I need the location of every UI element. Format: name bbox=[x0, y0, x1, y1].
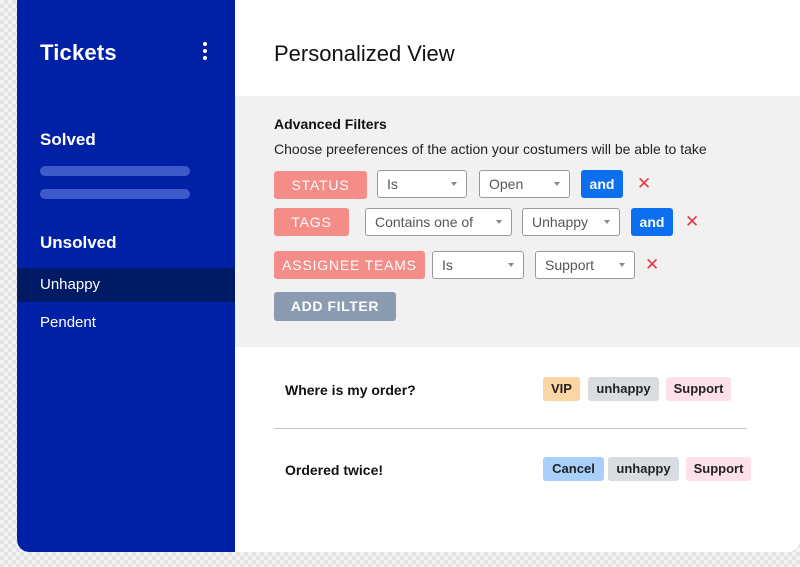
ticket-tag: Support bbox=[666, 377, 731, 401]
chevron-down-icon bbox=[451, 182, 457, 186]
divider bbox=[274, 428, 747, 429]
chevron-down-icon bbox=[604, 220, 610, 224]
sidebar-title: Tickets bbox=[40, 40, 117, 65]
select-value: Open bbox=[489, 176, 524, 192]
remove-filter-icon[interactable]: ✕ bbox=[637, 175, 651, 192]
page-title: Personalized View bbox=[274, 41, 455, 66]
placeholder-bar bbox=[40, 189, 190, 199]
and-button[interactable]: and bbox=[581, 170, 623, 198]
filters-description: Choose preeferences of the action your c… bbox=[274, 141, 707, 157]
filter-value-select[interactable]: Support bbox=[535, 251, 635, 279]
select-value: Is bbox=[442, 257, 453, 273]
select-value: Unhappy bbox=[532, 214, 589, 230]
main-panel: Personalized View Advanced Filters Choos… bbox=[235, 0, 800, 552]
filter-value-select[interactable]: Unhappy bbox=[522, 208, 620, 236]
select-value: Is bbox=[387, 176, 398, 192]
filter-operator-select[interactable]: Contains one of bbox=[365, 208, 512, 236]
sidebar-section-unsolved[interactable]: Unsolved bbox=[40, 233, 117, 253]
ticket-tag: Support bbox=[686, 457, 751, 481]
ticket-title[interactable]: Ordered twice! bbox=[285, 462, 383, 478]
sidebar: Tickets Solved Unsolved Unhappy Pendent bbox=[17, 0, 235, 552]
filter-field-tags[interactable]: TAGS bbox=[274, 208, 349, 236]
remove-filter-icon[interactable]: ✕ bbox=[645, 256, 659, 273]
filter-field-assignee-teams[interactable]: ASSIGNEE TEAMS bbox=[274, 251, 425, 279]
ticket-title[interactable]: Where is my order? bbox=[285, 382, 416, 398]
chevron-down-icon bbox=[619, 263, 625, 267]
app-window: Tickets Solved Unsolved Unhappy Pendent … bbox=[17, 0, 800, 552]
advanced-filters-panel: Advanced Filters Choose preeferences of … bbox=[235, 96, 800, 347]
ticket-tag: unhappy bbox=[608, 457, 679, 481]
sidebar-item-pendent[interactable]: Pendent bbox=[17, 306, 235, 340]
ticket-tag: unhappy bbox=[588, 377, 659, 401]
ticket-tag: Cancel bbox=[543, 457, 604, 481]
remove-filter-icon[interactable]: ✕ bbox=[685, 213, 699, 230]
sidebar-item-unhappy[interactable]: Unhappy bbox=[17, 268, 235, 302]
sidebar-section-solved[interactable]: Solved bbox=[40, 130, 96, 150]
filter-field-status[interactable]: STATUS bbox=[274, 171, 367, 199]
and-button[interactable]: and bbox=[631, 208, 673, 236]
filters-title: Advanced Filters bbox=[274, 116, 387, 132]
filter-operator-select[interactable]: Is bbox=[377, 170, 467, 198]
chevron-down-icon bbox=[508, 263, 514, 267]
filter-value-select[interactable]: Open bbox=[479, 170, 570, 198]
select-value: Support bbox=[545, 257, 595, 273]
chevron-down-icon bbox=[496, 220, 502, 224]
select-value: Contains one of bbox=[375, 214, 474, 230]
add-filter-button[interactable]: ADD FILTER bbox=[274, 292, 396, 321]
ticket-tag: VIP bbox=[543, 377, 580, 401]
placeholder-bar bbox=[40, 166, 190, 176]
more-options-icon[interactable] bbox=[200, 42, 210, 62]
filter-operator-select[interactable]: Is bbox=[432, 251, 524, 279]
chevron-down-icon bbox=[554, 182, 560, 186]
